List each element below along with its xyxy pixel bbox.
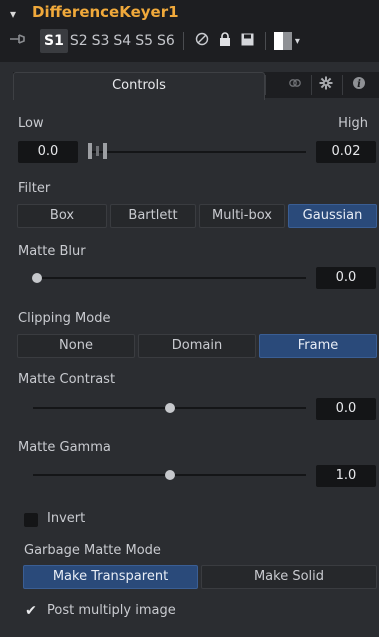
- svg-text:i: i: [357, 79, 361, 90]
- matte-blur-slider-track[interactable]: [33, 277, 306, 279]
- slot-s2[interactable]: S2: [68, 29, 90, 53]
- high-value-field[interactable]: 0.02: [316, 141, 376, 163]
- low-value-field[interactable]: 0.0: [18, 141, 78, 163]
- slot-s5[interactable]: S5: [133, 29, 155, 53]
- matte-gamma-label: Matte Gamma: [18, 440, 111, 455]
- filter-box-button[interactable]: Box: [17, 204, 107, 228]
- filter-gaussian-button[interactable]: Gaussian: [288, 204, 377, 228]
- gear-icon[interactable]: [319, 76, 333, 94]
- matte-contrast-label: Matte Contrast: [18, 372, 116, 387]
- low-label: Low: [18, 116, 44, 131]
- matte-contrast-value-field[interactable]: 0.0: [316, 398, 376, 420]
- invert-label: Invert: [47, 511, 86, 526]
- post-multiply-label: Post multiply image: [47, 603, 176, 618]
- range-low-handle[interactable]: [88, 143, 92, 159]
- slot-s6[interactable]: S6: [155, 29, 177, 53]
- tab-controls[interactable]: Controls: [13, 72, 265, 100]
- slot-s1[interactable]: S1: [40, 29, 68, 53]
- save-icon[interactable]: [241, 33, 254, 50]
- lock-icon[interactable]: [219, 32, 231, 50]
- filter-button-group: Box Bartlett Multi-box Gaussian: [17, 204, 377, 228]
- clipping-mode-label: Clipping Mode: [18, 311, 111, 326]
- range-slider-track[interactable]: [88, 151, 306, 153]
- filter-label: Filter: [18, 181, 51, 196]
- pin-icon[interactable]: [10, 33, 40, 49]
- filter-multibox-button[interactable]: Multi-box: [199, 204, 285, 228]
- range-high-handle[interactable]: [103, 143, 107, 159]
- checkmark-icon: ✔: [25, 603, 37, 619]
- make-solid-button[interactable]: Make Solid: [201, 565, 377, 589]
- matte-gamma-slider-knob[interactable]: [164, 470, 175, 480]
- slot-s3[interactable]: S3: [90, 29, 112, 53]
- slot-s4[interactable]: S4: [111, 29, 133, 53]
- filter-bartlett-button[interactable]: Bartlett: [110, 204, 196, 228]
- matte-blur-value-field[interactable]: 0.0: [316, 267, 376, 289]
- high-label: High: [338, 116, 368, 131]
- range-mid-handle[interactable]: [96, 146, 99, 156]
- chevron-down-icon[interactable]: ▾: [295, 36, 300, 47]
- divider: [342, 75, 343, 95]
- matte-gamma-value-field[interactable]: 1.0: [316, 465, 376, 487]
- matte-blur-label: Matte Blur: [18, 244, 86, 259]
- chain-icon[interactable]: [288, 76, 302, 94]
- clipping-frame-button[interactable]: Frame: [259, 334, 377, 358]
- divider: [182, 32, 184, 50]
- color-swatch-icon[interactable]: [273, 32, 292, 50]
- version-strip: S1 S2 S3 S4 S5 S6 ▾: [0, 26, 379, 56]
- divider: [264, 32, 266, 50]
- node-title: DifferenceKeyer1: [32, 3, 179, 21]
- divider: [311, 75, 312, 95]
- clipping-mode-button-group: None Domain Frame: [17, 334, 377, 358]
- disable-icon[interactable]: [195, 32, 209, 50]
- invert-checkbox[interactable]: [24, 513, 38, 527]
- clipping-none-button[interactable]: None: [17, 334, 135, 358]
- divider: [265, 75, 266, 95]
- matte-contrast-slider-knob[interactable]: [164, 403, 175, 413]
- garbage-matte-label: Garbage Matte Mode: [24, 543, 161, 558]
- info-icon[interactable]: i: [352, 76, 366, 94]
- make-transparent-button[interactable]: Make Transparent: [23, 565, 198, 589]
- matte-blur-slider-knob[interactable]: [32, 273, 42, 283]
- clipping-domain-button[interactable]: Domain: [138, 334, 256, 358]
- post-multiply-checkbox[interactable]: ✔: [24, 604, 38, 618]
- collapse-icon[interactable]: ▾: [10, 7, 16, 21]
- garbage-matte-button-group: Make Transparent Make Solid: [23, 565, 377, 589]
